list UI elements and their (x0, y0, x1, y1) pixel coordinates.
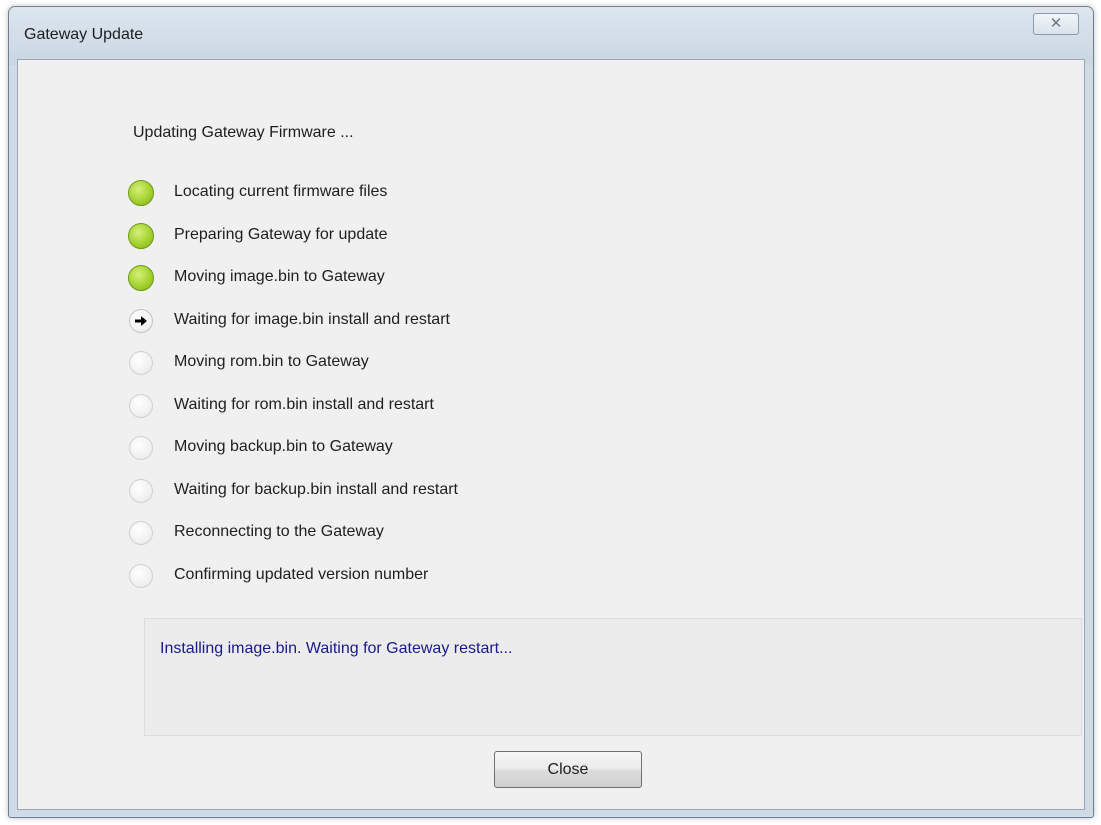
arrow-right-icon (135, 315, 147, 326)
step-pending-icon (129, 393, 153, 418)
window-title: Gateway Update (24, 26, 144, 43)
status-message: Installing image.bin. Waiting for Gatewa… (160, 640, 513, 657)
step-label: Moving rom.bin to Gateway (174, 353, 369, 370)
step-label: Locating current firmware files (174, 183, 388, 200)
close-icon: ✕ (1049, 15, 1063, 32)
progress-heading: Updating Gateway Firmware ... (133, 124, 354, 141)
step-complete-icon (128, 180, 154, 206)
status-message-box: Installing image.bin. Waiting for Gatewa… (144, 618, 1082, 736)
step-pending-icon (129, 351, 153, 375)
step-complete-icon (128, 222, 154, 249)
dialog-content: Updating Gateway Firmware ... Locating c… (17, 59, 1085, 810)
window-close-button[interactable]: ✕ (1033, 13, 1079, 35)
gateway-update-dialog: Gateway Update ✕ Updating Gateway Firmwa… (8, 6, 1094, 818)
step-label: Waiting for rom.bin install and restart (174, 395, 434, 413)
close-button[interactable]: Close (494, 751, 642, 788)
step-pending-icon (129, 436, 153, 460)
step-pending-icon (129, 563, 153, 588)
step-label: Moving image.bin to Gateway (174, 268, 385, 285)
step-pending-icon (129, 521, 153, 545)
title-bar[interactable]: Gateway Update ✕ (9, 7, 1093, 65)
step-label: Moving backup.bin to Gateway (174, 438, 393, 455)
step-label: Preparing Gateway for update (174, 225, 388, 243)
step-complete-icon (128, 265, 154, 291)
step-pending-icon (129, 478, 153, 503)
step-current-icon (129, 308, 153, 333)
step-label: Confirming updated version number (174, 565, 429, 583)
step-label: Waiting for backup.bin install and resta… (174, 480, 458, 498)
step-label: Reconnecting to the Gateway (174, 523, 384, 540)
step-label: Waiting for image.bin install and restar… (174, 310, 450, 328)
